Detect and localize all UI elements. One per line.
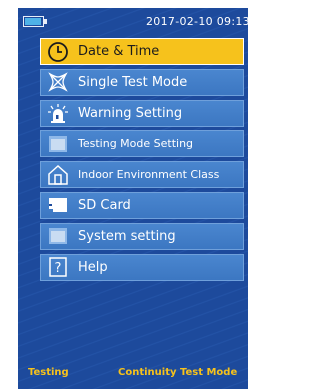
- window-icon: [47, 225, 69, 247]
- battery-icon: [23, 16, 44, 27]
- menu-item-label: Warning Setting: [78, 105, 183, 121]
- house-icon: [47, 164, 69, 186]
- battery-tip: [44, 19, 47, 24]
- alarm-light-icon: [47, 102, 69, 124]
- network-icon: [47, 71, 69, 93]
- datetime-display: 2017-02-10 09:13: [146, 15, 248, 28]
- status-bar: 2017-02-10 09:13: [18, 8, 248, 34]
- menu-item-help[interactable]: ? Help: [40, 253, 244, 281]
- menu-item-label: System setting: [78, 228, 176, 244]
- menu-item-indoor-environment-class[interactable]: Indoor Environment Class: [40, 161, 244, 189]
- bottom-status-bar: Testing Continuity Test Mode: [18, 363, 248, 383]
- svg-text:?: ?: [55, 261, 62, 276]
- sd-card-icon: [47, 194, 69, 216]
- menu-item-sd-card[interactable]: SD Card: [40, 191, 244, 219]
- testing-label: Testing: [28, 367, 69, 378]
- help-icon: ?: [47, 256, 69, 278]
- menu-item-label: SD Card: [78, 197, 131, 213]
- test-mode-label: Continuity Test Mode: [118, 367, 238, 378]
- clock-icon: [47, 41, 69, 63]
- menu-item-label: Help: [78, 259, 108, 275]
- device-screen: 2017-02-10 09:13 Date & Time Single Test…: [18, 8, 248, 389]
- menu-item-warning-setting[interactable]: Warning Setting: [40, 99, 244, 127]
- menu-item-testing-mode-setting[interactable]: Testing Mode Setting: [40, 130, 244, 158]
- menu-item-date-time[interactable]: Date & Time: [40, 38, 244, 65]
- menu-item-system-setting[interactable]: System setting: [40, 222, 244, 250]
- window-icon: [47, 133, 69, 155]
- menu-item-label: Testing Mode Setting: [78, 137, 194, 151]
- main-menu: Date & Time Single Test Mode Warning Set…: [40, 38, 244, 284]
- menu-item-label: Single Test Mode: [78, 74, 188, 90]
- menu-item-label: Date & Time: [78, 44, 160, 59]
- menu-item-single-test-mode[interactable]: Single Test Mode: [40, 68, 244, 96]
- menu-item-label: Indoor Environment Class: [78, 168, 220, 182]
